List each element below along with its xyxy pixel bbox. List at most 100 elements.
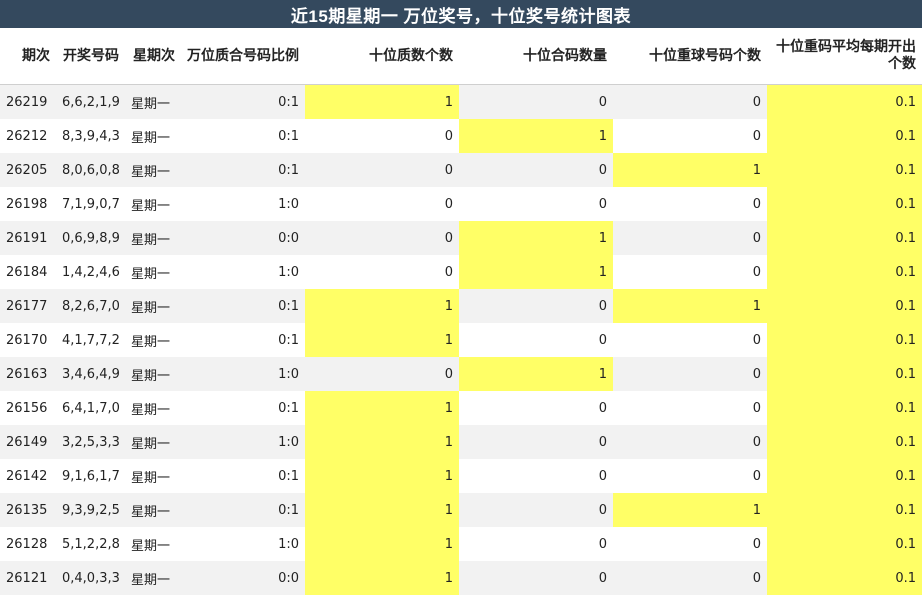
cell-period: 26191: [0, 221, 56, 255]
cell-repeat-count: 0: [613, 425, 767, 459]
cell-repeat-avg: 0.1: [767, 255, 922, 289]
cell-repeat-count: 0: [613, 527, 767, 561]
cell-composite-count: 0: [459, 391, 613, 425]
cell-composite-count: 0: [459, 561, 613, 595]
cell-weekday: 星期一: [125, 187, 181, 221]
cell-numbers: 8,0,6,0,8: [56, 153, 125, 187]
cell-weekday: 星期一: [125, 84, 181, 119]
col-header-numbers: 开奖号码: [56, 28, 125, 85]
cell-weekday: 星期一: [125, 255, 181, 289]
cell-prime-count: 0: [305, 153, 459, 187]
cell-numbers: 3,4,6,4,9: [56, 357, 125, 391]
cell-ratio: 0:1: [181, 391, 305, 425]
cell-prime-count: 1: [305, 527, 459, 561]
cell-composite-count: 1: [459, 255, 613, 289]
cell-ratio: 0:1: [181, 119, 305, 153]
cell-prime-count: 0: [305, 119, 459, 153]
cell-ratio: 1:0: [181, 425, 305, 459]
cell-numbers: 6,6,2,1,9: [56, 84, 125, 119]
cell-repeat-count: 0: [613, 84, 767, 119]
cell-ratio: 0:1: [181, 84, 305, 119]
cell-ratio: 0:0: [181, 221, 305, 255]
cell-period: 26149: [0, 425, 56, 459]
table-row: 26205 8,0,6,0,8 星期一 0:1 0 0 1 0.1: [0, 153, 922, 187]
cell-repeat-count: 0: [613, 255, 767, 289]
cell-repeat-count: 1: [613, 493, 767, 527]
cell-period: 26135: [0, 493, 56, 527]
cell-composite-count: 0: [459, 527, 613, 561]
cell-ratio: 0:0: [181, 561, 305, 595]
table-row: 26212 8,3,9,4,3 星期一 0:1 0 1 0 0.1: [0, 119, 922, 153]
cell-period: 26177: [0, 289, 56, 323]
cell-prime-count: 1: [305, 289, 459, 323]
table-row: 26128 5,1,2,2,8 星期一 1:0 1 0 0 0.1: [0, 527, 922, 561]
cell-ratio: 0:1: [181, 493, 305, 527]
cell-weekday: 星期一: [125, 289, 181, 323]
cell-prime-count: 1: [305, 391, 459, 425]
stats-table: 期次 开奖号码 星期次 万位质合号码比例 十位质数个数 十位合码数量 十位重球号…: [0, 28, 922, 595]
cell-repeat-count: 1: [613, 289, 767, 323]
cell-numbers: 0,4,0,3,3: [56, 561, 125, 595]
cell-composite-count: 0: [459, 84, 613, 119]
cell-numbers: 9,1,6,1,7: [56, 459, 125, 493]
col-header-composite-count: 十位合码数量: [459, 28, 613, 85]
cell-composite-count: 0: [459, 493, 613, 527]
cell-prime-count: 1: [305, 459, 459, 493]
col-header-weekday: 星期次: [125, 28, 181, 85]
cell-weekday: 星期一: [125, 153, 181, 187]
cell-ratio: 1:0: [181, 527, 305, 561]
cell-composite-count: 0: [459, 289, 613, 323]
cell-composite-count: 0: [459, 459, 613, 493]
cell-numbers: 1,4,2,4,6: [56, 255, 125, 289]
cell-repeat-count: 0: [613, 119, 767, 153]
cell-ratio: 0:1: [181, 289, 305, 323]
cell-numbers: 3,2,5,3,3: [56, 425, 125, 459]
cell-period: 26142: [0, 459, 56, 493]
cell-repeat-avg: 0.1: [767, 493, 922, 527]
cell-repeat-count: 0: [613, 459, 767, 493]
cell-repeat-avg: 0.1: [767, 187, 922, 221]
col-header-ratio: 万位质合号码比例: [181, 28, 305, 85]
table-row: 26142 9,1,6,1,7 星期一 0:1 1 0 0 0.1: [0, 459, 922, 493]
table-row: 26198 7,1,9,0,7 星期一 1:0 0 0 0 0.1: [0, 187, 922, 221]
cell-weekday: 星期一: [125, 459, 181, 493]
table-row: 26191 0,6,9,8,9 星期一 0:0 0 1 0 0.1: [0, 221, 922, 255]
cell-composite-count: 1: [459, 221, 613, 255]
col-header-period: 期次: [0, 28, 56, 85]
cell-repeat-avg: 0.1: [767, 84, 922, 119]
table-row: 26135 9,3,9,2,5 星期一 0:1 1 0 1 0.1: [0, 493, 922, 527]
cell-period: 26212: [0, 119, 56, 153]
table-row: 26219 6,6,2,1,9 星期一 0:1 1 0 0 0.1: [0, 84, 922, 119]
cell-weekday: 星期一: [125, 561, 181, 595]
cell-repeat-count: 0: [613, 323, 767, 357]
cell-prime-count: 1: [305, 323, 459, 357]
table-row: 26149 3,2,5,3,3 星期一 1:0 1 0 0 0.1: [0, 425, 922, 459]
cell-weekday: 星期一: [125, 391, 181, 425]
cell-prime-count: 1: [305, 493, 459, 527]
cell-ratio: 1:0: [181, 187, 305, 221]
table-row: 26163 3,4,6,4,9 星期一 1:0 0 1 0 0.1: [0, 357, 922, 391]
cell-prime-count: 0: [305, 221, 459, 255]
cell-numbers: 5,1,2,2,8: [56, 527, 125, 561]
cell-numbers: 9,3,9,2,5: [56, 493, 125, 527]
cell-numbers: 0,6,9,8,9: [56, 221, 125, 255]
cell-prime-count: 1: [305, 425, 459, 459]
table-row: 26170 4,1,7,7,2 星期一 0:1 1 0 0 0.1: [0, 323, 922, 357]
cell-period: 26163: [0, 357, 56, 391]
cell-weekday: 星期一: [125, 221, 181, 255]
cell-repeat-avg: 0.1: [767, 357, 922, 391]
cell-ratio: 0:1: [181, 459, 305, 493]
cell-repeat-count: 0: [613, 357, 767, 391]
cell-repeat-avg: 0.1: [767, 391, 922, 425]
cell-repeat-count: 0: [613, 391, 767, 425]
cell-period: 26219: [0, 84, 56, 119]
table-row: 26184 1,4,2,4,6 星期一 1:0 0 1 0 0.1: [0, 255, 922, 289]
cell-weekday: 星期一: [125, 493, 181, 527]
cell-numbers: 4,1,7,7,2: [56, 323, 125, 357]
cell-repeat-count: 1: [613, 153, 767, 187]
cell-prime-count: 0: [305, 357, 459, 391]
cell-weekday: 星期一: [125, 425, 181, 459]
cell-weekday: 星期一: [125, 527, 181, 561]
cell-composite-count: 0: [459, 153, 613, 187]
cell-repeat-count: 0: [613, 221, 767, 255]
